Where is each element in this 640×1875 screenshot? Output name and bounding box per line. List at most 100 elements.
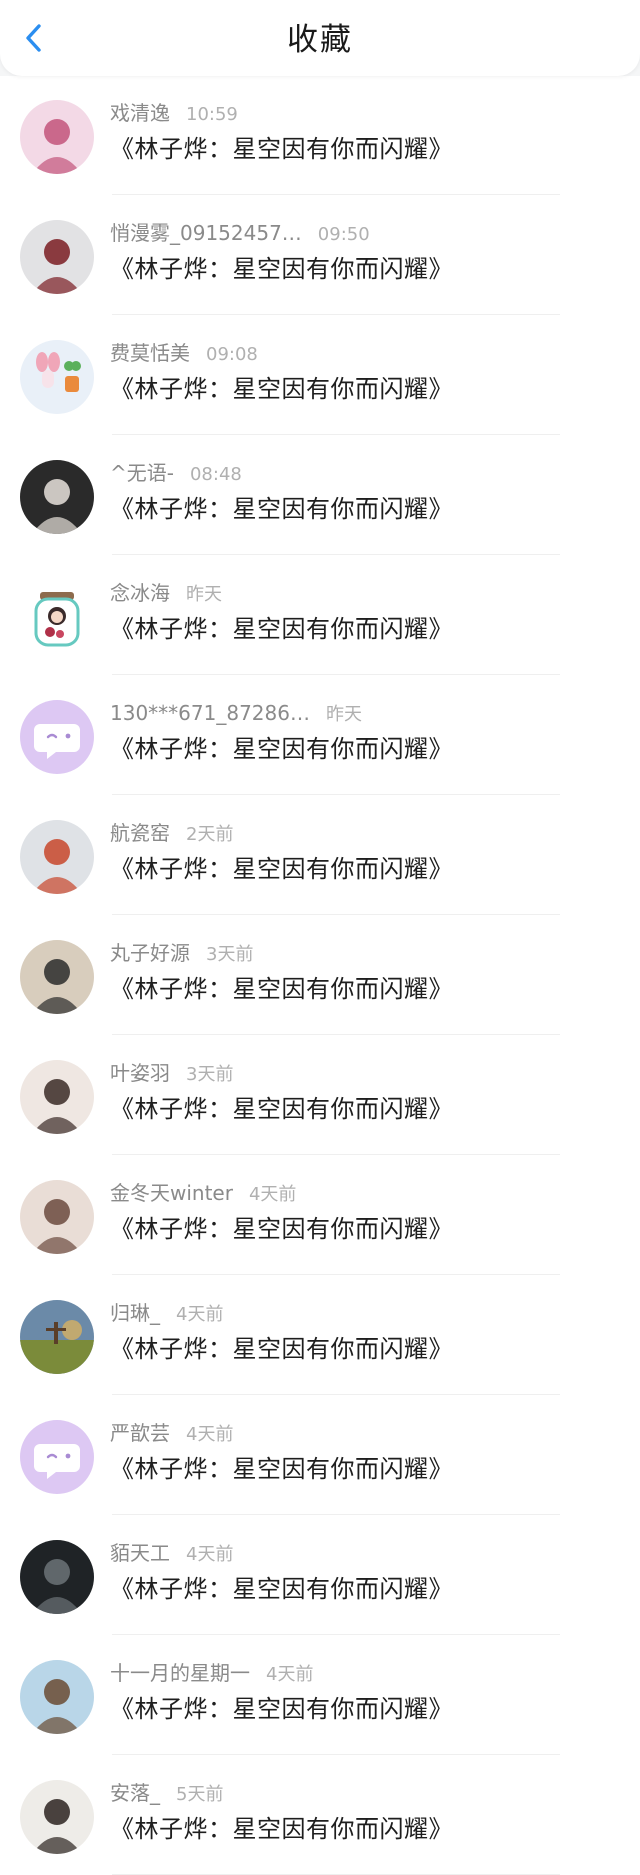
timestamp: 4天前	[186, 1544, 234, 1565]
item-meta: 戏清逸 10:59	[110, 98, 620, 128]
user-name: 十一月的星期一	[110, 1661, 250, 1685]
item-meta: 十一月的星期一 4天前	[110, 1658, 620, 1688]
item-meta: 费莫恬美 09:08	[110, 338, 620, 368]
timestamp: 昨天	[186, 584, 222, 605]
item-title: 《林子烨：星空因有你而闪耀》	[110, 255, 453, 283]
timestamp: 3天前	[206, 944, 254, 965]
item-text: 航瓷窑 2天前《林子烨：星空因有你而闪耀》	[110, 818, 620, 886]
item-title: 《林子烨：星空因有你而闪耀》	[110, 135, 453, 163]
item-meta: ^无语- 08:48	[110, 458, 620, 488]
item-title: 《林子烨：星空因有你而闪耀》	[110, 975, 453, 1003]
avatar[interactable]	[20, 1780, 94, 1854]
item-text: 严歆芸 4天前《林子烨：星空因有你而闪耀》	[110, 1418, 620, 1486]
list-item[interactable]: 130***671_87286… 昨天 《林子烨：星空因有你而闪耀》	[0, 675, 640, 795]
item-text: 130***671_87286… 昨天 《林子烨：星空因有你而闪耀》	[110, 698, 620, 766]
item-text: 十一月的星期一 4天前 《林子烨：星空因有你而闪耀》	[110, 1658, 620, 1726]
item-text: 貊天工 4天前《林子烨：星空因有你而闪耀》	[110, 1538, 620, 1606]
timestamp: 3天前	[186, 1064, 234, 1085]
user-name: 貊天工	[110, 1541, 170, 1565]
favorites-list: 戏清逸 10:59 《林子烨：星空因有你而闪耀》 悄漫雾_09152457… 09:50…	[0, 76, 640, 1875]
user-name: 费莫恬美	[110, 341, 190, 365]
item-text: 念冰海 昨天《林子烨：星空因有你而闪耀》	[110, 578, 620, 646]
user-name: 叶姿羽	[110, 1061, 170, 1085]
list-item[interactable]: 费莫恬美 09:08 《林子烨：星空因有你而闪耀》	[0, 315, 640, 435]
item-meta: 归琳_ 4天前	[110, 1298, 620, 1328]
item-title: 《林子烨：星空因有你而闪耀》	[110, 1095, 453, 1123]
item-title: 《林子烨：星空因有你而闪耀》	[110, 1335, 453, 1363]
item-title: 《林子烨：星空因有你而闪耀》	[110, 615, 453, 643]
item-meta: 悄漫雾_09152457… 09:50	[110, 218, 620, 248]
item-title: 《林子烨：星空因有你而闪耀》	[110, 855, 453, 883]
avatar[interactable]	[20, 100, 94, 174]
user-name: ^无语-	[110, 461, 174, 485]
timestamp: 2天前	[186, 824, 234, 845]
item-meta: 金冬天winter 4天前	[110, 1178, 620, 1208]
timestamp: 4天前	[248, 1184, 297, 1205]
list-item[interactable]: 悄漫雾_09152457… 09:50 《林子烨：星空因有你而闪耀》	[0, 195, 640, 315]
item-text: 归琳_ 4天前《林子烨：星空因有你而闪耀》	[110, 1298, 620, 1366]
item-text: ^无语- 08:48 《林子烨：星空因有你而闪耀》	[110, 458, 620, 526]
item-text: 费莫恬美 09:08 《林子烨：星空因有你而闪耀》	[110, 338, 620, 406]
user-name: 悄漫雾_09152457…	[110, 221, 302, 245]
item-text: 悄漫雾_09152457… 09:50 《林子烨：星空因有你而闪耀》	[110, 218, 620, 286]
user-name: 金冬天winter	[110, 1181, 233, 1205]
list-item[interactable]: 戏清逸 10:59 《林子烨：星空因有你而闪耀》	[0, 76, 640, 195]
list-item[interactable]: 貊天工 4天前《林子烨：星空因有你而闪耀》	[0, 1515, 640, 1635]
timestamp: 4天前	[266, 1664, 314, 1685]
item-text: 叶姿羽 3天前《林子烨：星空因有你而闪耀》	[110, 1058, 620, 1126]
avatar[interactable]	[20, 700, 94, 774]
avatar[interactable]	[20, 220, 94, 294]
avatar[interactable]	[20, 460, 94, 534]
item-text: 丸子好源 3天前《林子烨：星空因有你而闪耀》	[110, 938, 620, 1006]
item-title: 《林子烨：星空因有你而闪耀》	[110, 1815, 453, 1843]
timestamp: 4天前	[186, 1424, 234, 1445]
avatar[interactable]	[20, 1420, 94, 1494]
list-item[interactable]: 丸子好源 3天前《林子烨：星空因有你而闪耀》	[0, 915, 640, 1035]
avatar[interactable]	[20, 580, 94, 654]
list-item[interactable]: 念冰海 昨天《林子烨：星空因有你而闪耀》	[0, 555, 640, 675]
user-name: 严歆芸	[110, 1421, 170, 1445]
item-title: 《林子烨：星空因有你而闪耀》	[110, 1575, 453, 1603]
list-item[interactable]: 十一月的星期一 4天前 《林子烨：星空因有你而闪耀》	[0, 1635, 640, 1755]
list-item[interactable]: 安落_ 5天前《林子烨：星空因有你而闪耀》	[0, 1755, 640, 1875]
timestamp: 4天前	[176, 1304, 224, 1325]
item-meta: 严歆芸 4天前	[110, 1418, 620, 1448]
top-bar: 收藏	[0, 0, 640, 76]
list-item[interactable]: ^无语- 08:48 《林子烨：星空因有你而闪耀》	[0, 435, 640, 555]
avatar[interactable]	[20, 1660, 94, 1734]
page-title: 收藏	[287, 22, 353, 58]
timestamp: 09:50	[317, 224, 370, 245]
item-meta: 丸子好源 3天前	[110, 938, 620, 968]
avatar[interactable]	[20, 940, 94, 1014]
avatar[interactable]	[20, 1180, 94, 1254]
item-meta: 安落_ 5天前	[110, 1778, 620, 1808]
user-name: 安落_	[110, 1781, 160, 1805]
item-title: 《林子烨：星空因有你而闪耀》	[110, 375, 453, 403]
user-name: 戏清逸	[110, 101, 170, 125]
item-text: 金冬天winter 4天前《林子烨：星空因有你而闪耀》	[110, 1178, 620, 1246]
avatar[interactable]	[20, 820, 94, 894]
item-title: 《林子烨：星空因有你而闪耀》	[110, 735, 453, 763]
timestamp: 08:48	[189, 464, 242, 485]
avatar[interactable]	[20, 1300, 94, 1374]
item-meta: 貊天工 4天前	[110, 1538, 620, 1568]
item-meta: 叶姿羽 3天前	[110, 1058, 620, 1088]
avatar[interactable]	[20, 1540, 94, 1614]
user-name: 念冰海	[110, 581, 170, 605]
timestamp: 10:59	[186, 104, 238, 125]
avatar[interactable]	[20, 340, 94, 414]
user-name: 归琳_	[110, 1301, 160, 1325]
list-item[interactable]: 航瓷窑 2天前《林子烨：星空因有你而闪耀》	[0, 795, 640, 915]
list-item[interactable]: 严歆芸 4天前《林子烨：星空因有你而闪耀》	[0, 1395, 640, 1515]
avatar[interactable]	[20, 1060, 94, 1134]
item-meta: 130***671_87286… 昨天	[110, 698, 620, 728]
item-title: 《林子烨：星空因有你而闪耀》	[110, 1455, 453, 1483]
list-item[interactable]: 金冬天winter 4天前《林子烨：星空因有你而闪耀》	[0, 1155, 640, 1275]
item-title: 《林子烨：星空因有你而闪耀》	[110, 1215, 453, 1243]
list-item[interactable]: 归琳_ 4天前《林子烨：星空因有你而闪耀》	[0, 1275, 640, 1395]
timestamp: 5天前	[176, 1784, 224, 1805]
user-name: 航瓷窑	[110, 821, 170, 845]
list-item[interactable]: 叶姿羽 3天前《林子烨：星空因有你而闪耀》	[0, 1035, 640, 1155]
item-meta: 航瓷窑 2天前	[110, 818, 620, 848]
user-name: 丸子好源	[110, 941, 190, 965]
